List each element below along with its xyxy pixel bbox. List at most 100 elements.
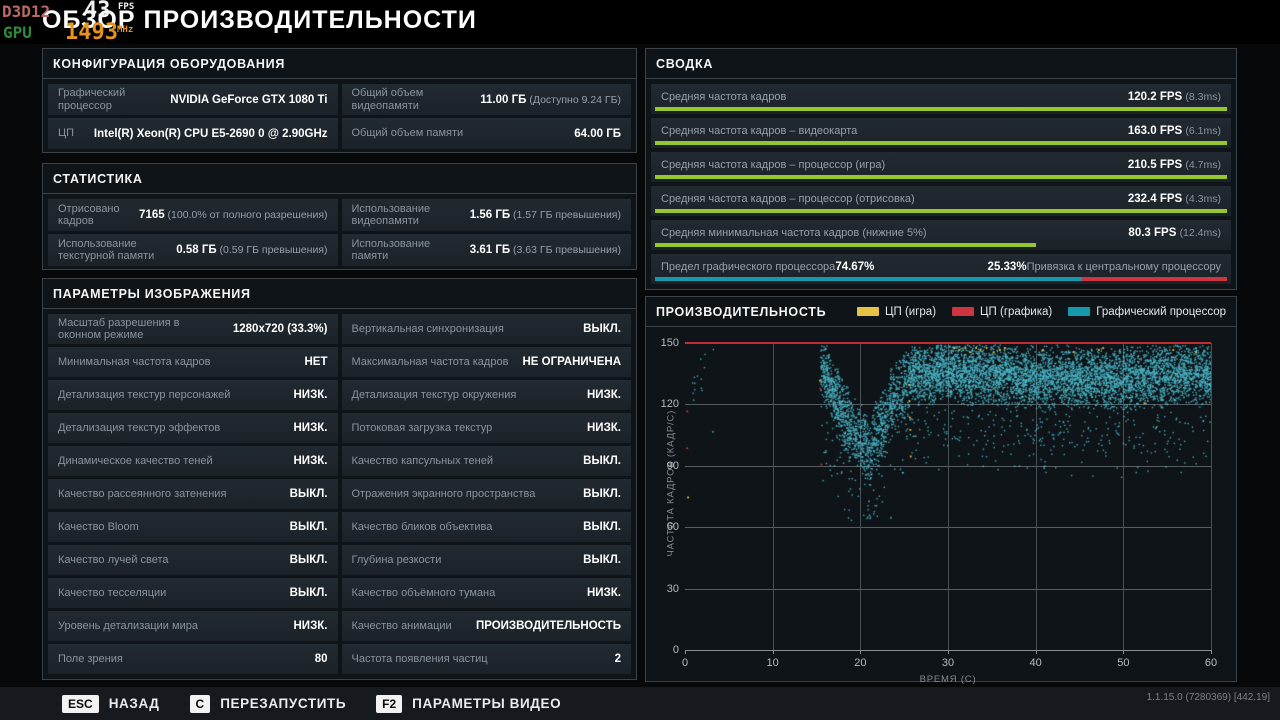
setting-value: НИЗК. [587, 587, 621, 599]
summary-row-bar [655, 107, 1227, 111]
hardware-panel-header: КОНФИГУРАЦИЯ ОБОРУДОВАНИЯ [43, 49, 636, 79]
setting-value: ВЫКЛ. [289, 587, 328, 599]
hardware-panel-title: КОНФИГУРАЦИЯ ОБОРУДОВАНИЯ [53, 56, 286, 71]
statistic-value: 1.56 ГБ (1.57 ГБ превышения) [469, 209, 621, 221]
setting-label: Вертикальная синхронизация [351, 322, 504, 335]
setting-label: Максимальная частота кадров [351, 355, 509, 368]
x-tick-mark [1123, 650, 1125, 654]
setting-cell: Потоковая загрузка текстур НИЗК. [341, 413, 631, 443]
hardware-label: ЦП [58, 127, 75, 140]
setting-value: ВЫКЛ. [583, 554, 621, 566]
settings-panel-header: ПАРАМЕТРЫ ИЗОБРАЖЕНИЯ [43, 279, 636, 309]
summary-panel: СВОДКА Средняя частота кадров 120.2 FPS (… [645, 48, 1237, 290]
setting-value: 1280x720 (33.3%) [232, 323, 328, 335]
statistic-value: 0.58 ГБ (0.59 ГБ превышения) [176, 244, 328, 256]
setting-label: Качество рассеянного затенения [58, 487, 227, 500]
keycap-icon: C [189, 694, 211, 713]
chart-legend: ЦП (игра) ЦП (графика) Графический процесс… [857, 306, 1226, 318]
setting-cell: Детализация текстур эффектов НИЗК. [48, 413, 338, 443]
setting-cell: Качество тесселяции ВЫКЛ. [48, 578, 338, 608]
summary-row-label: Средняя частота кадров – видеокарта [661, 125, 858, 137]
summary-row-value: 120.2 FPS (8.3ms) [1127, 91, 1221, 103]
x-tick-mark [948, 650, 949, 654]
chart-area: ЧАСТОТА КАДРОВ (КАДР/С) ВРЕМЯ (С) 0 30 60 9… [646, 327, 1236, 685]
y-tick-label: 120 [660, 398, 679, 411]
summary-row: Средняя минимальная частота кадров (нижн… [651, 220, 1231, 250]
setting-label: Качество капсульных теней [351, 454, 494, 467]
overlay-fps-unit: FPS [118, 2, 135, 12]
overlay-clock-value: 1493 [65, 20, 118, 45]
settings-grid: Масштаб разрешения в оконном режиме 1280x… [43, 309, 636, 679]
summary-row-value: 163.0 FPS (6.1ms) [1127, 125, 1221, 137]
summary-row-label: Средняя минимальная частота кадров (нижн… [661, 227, 927, 239]
setting-value: ВЫКЛ. [289, 488, 328, 500]
hardware-label: Графический процессор [58, 87, 126, 112]
summary-panel-title: СВОДКА [656, 56, 714, 71]
y-tick-label: 90 [666, 459, 679, 472]
statistic-label: Использование видеопамяти [351, 202, 431, 228]
chart-panel: ПРОИЗВОДИТЕЛЬНОСТЬ ЦП (игра) ЦП (графика)… [645, 296, 1237, 685]
y-tick-label: 0 [672, 644, 679, 656]
setting-cell: Качество бликов объектива ВЫКЛ. [341, 512, 631, 542]
statistic-cell: Использование текстурной памяти 0.58 ГБ (… [48, 234, 338, 266]
summary-row-ms: (12.4ms) [1179, 227, 1221, 239]
statistic-value: 7165 (100.0% от полного разрешения) [139, 209, 328, 221]
statistic-label: Отрисовано кадров [58, 202, 120, 228]
setting-cell: Поле зрения 80 [48, 644, 338, 674]
x-tick-mark [1211, 650, 1212, 654]
hardware-value: NVIDIA GeForce GTX 1080 Ti [170, 93, 328, 106]
setting-cell: Вертикальная синхронизация ВЫКЛ. [341, 314, 631, 344]
vertical-gridline [1211, 343, 1212, 650]
cpu-bound-label: Привязка к центральному процессору [1026, 261, 1221, 273]
legend-item: ЦП (графика) [952, 306, 1052, 318]
setting-label: Минимальная частота кадров [58, 355, 211, 368]
setting-label: Качество Bloom [58, 520, 139, 533]
scatter-plot [685, 343, 1211, 650]
summary-rows: Средняя частота кадров 120.2 FPS (8.3ms) С… [646, 79, 1236, 293]
hardware-cell: ЦП Intel(R) Xeon(R) CPU E5-2690 0 @ 2.90G… [48, 118, 338, 149]
statistic-extra: (3.63 ГБ превышения) [510, 244, 621, 256]
setting-value: НЕ ОГРАНИЧЕНА [522, 356, 621, 368]
setting-value: НИЗК. [293, 455, 328, 467]
summary-row-bar [655, 209, 1227, 213]
x-tick-label: 0 [681, 657, 689, 669]
setting-label: Динамическое качество теней [58, 454, 213, 467]
setting-cell: Динамическое качество теней НИЗК. [48, 446, 338, 476]
setting-value: НИЗК. [293, 620, 328, 632]
key-hint-c[interactable]: C ПЕРЕЗАПУСТИТЬ [189, 694, 347, 713]
key-hint-esc[interactable]: ESC НАЗАД [62, 694, 160, 713]
setting-label: Поле зрения [58, 652, 123, 665]
y-axis-title: ЧАСТОТА КАДРОВ (КАДР/С) [665, 409, 677, 556]
setting-value: ВЫКЛ. [289, 521, 328, 533]
hardware-extra: (Доступно 9.24 ГБ) [526, 93, 621, 106]
key-hint-f2[interactable]: F2 ПАРАМЕТРЫ ВИДЕО [376, 694, 561, 713]
setting-cell: Качество объёмного тумана НИЗК. [341, 578, 631, 608]
setting-cell: Минимальная частота кадров НЕТ [48, 347, 338, 377]
statistic-label: Использование памяти [351, 237, 431, 263]
overlay-clock-unit: MHz [117, 25, 134, 35]
summary-row-bar [655, 175, 1227, 179]
setting-label: Уровень детализации мира [58, 619, 198, 632]
summary-row-ms: (8.3ms) [1185, 91, 1221, 103]
y-tick-label: 150 [660, 337, 679, 349]
x-tick-label: 10 [766, 657, 779, 669]
legend-item: Графический процессор [1068, 306, 1226, 318]
setting-value: ВЫКЛ. [289, 554, 328, 566]
scatter-canvas [685, 343, 1211, 650]
setting-value: ВЫКЛ. [583, 455, 621, 467]
summary-row: Средняя частота кадров – видеокарта 163.0… [651, 118, 1231, 148]
setting-label: Глубина резкости [351, 553, 442, 566]
settings-panel-title: ПАРАМЕТРЫ ИЗОБРАЖЕНИЯ [53, 286, 251, 301]
chart-panel-title: ПРОИЗВОДИТЕЛЬНОСТЬ [656, 304, 827, 319]
setting-label: Качество анимации [351, 619, 452, 632]
keycap-icon: F2 [376, 694, 403, 713]
performance-overview-screen: ОБЗОР ПРОИЗВОДИТЕЛЬНОСТИ D3D12 43 FPS GP… [0, 0, 1280, 720]
setting-value: ПРОИЗВОДИТЕЛЬНОСТЬ [475, 620, 621, 632]
hardware-value: 11.00 ГБ (Доступно 9.24 ГБ) [480, 93, 621, 106]
setting-value: 2 [614, 653, 621, 665]
setting-cell: Качество лучей света ВЫКЛ. [48, 545, 338, 575]
summary-row-bar [655, 141, 1227, 145]
x-axis-title: ВРЕМЯ (С) [919, 674, 977, 685]
key-hint-label: НАЗАД [108, 696, 160, 711]
setting-cell: Масштаб разрешения в оконном режиме 1280x… [48, 314, 338, 344]
